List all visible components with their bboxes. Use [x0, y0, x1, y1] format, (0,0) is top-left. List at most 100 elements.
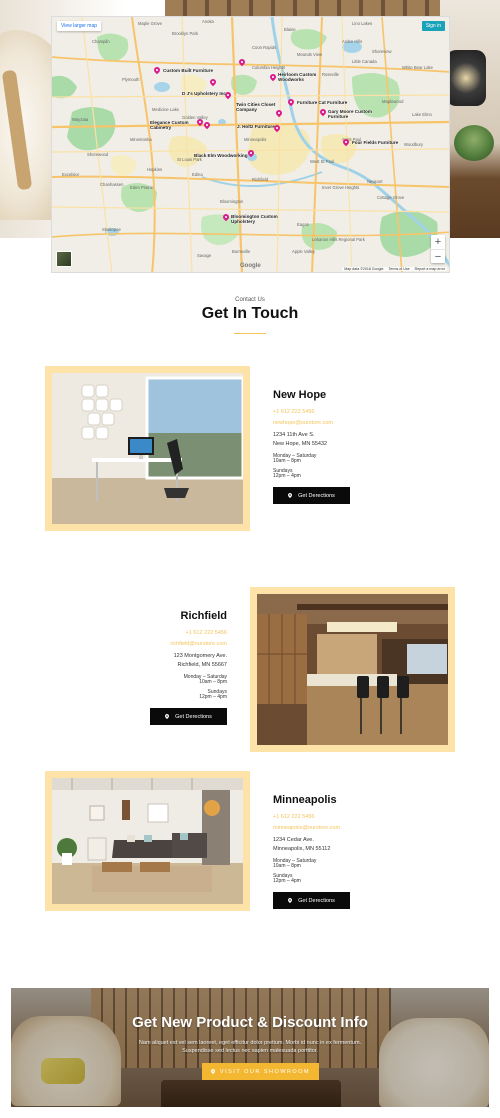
zoom-out-button[interactable]: − — [431, 249, 445, 263]
map-town-label: Chanhassen — [100, 182, 124, 187]
location-address-line: 123 Montgomery Ave. — [173, 653, 227, 659]
visit-showroom-button[interactable]: VISIT OUR SHOWROOM — [202, 1063, 319, 1080]
map-town-label: Excelsior — [62, 172, 79, 177]
page-title: Get In Touch — [201, 305, 299, 322]
map-town-label: Roseville — [322, 72, 339, 77]
map-town-label: Shakopee — [102, 227, 121, 232]
location-phone-link[interactable]: +1 612 222 5456 — [273, 409, 433, 416]
location-address-line: New Hope, MN 55432 — [273, 441, 328, 447]
store-marker-pin[interactable] — [268, 72, 278, 82]
store-marker-pin[interactable] — [237, 57, 247, 67]
location-pin-icon — [165, 714, 170, 719]
location-pin-icon — [210, 1069, 215, 1074]
map-town-label: Wayzata — [72, 117, 89, 122]
contact-eyebrow: Contact Us — [235, 297, 265, 303]
map-town-label: Burnsville — [232, 249, 251, 254]
location-photo-frame — [250, 587, 455, 752]
hours-sunday: 12pm – 4pm — [199, 694, 227, 700]
map-town-label: Bloomington — [220, 199, 244, 204]
map-town-label: Columbia Heights — [252, 65, 286, 70]
get-directions-label: Get Derections — [298, 492, 335, 499]
map-town-label: Little Canada — [352, 59, 377, 64]
store-marker-label[interactable]: J. Holtz Furniture — [237, 124, 275, 129]
view-larger-map-link[interactable]: View larger map — [57, 21, 102, 31]
store-marker-label[interactable]: Heirloom Custom Woodworks — [278, 72, 322, 82]
map-attribution: Map data ©2018 Google Terms of Use Repor… — [342, 267, 447, 271]
location-address-line: 1234 11th Ave S. — [273, 432, 315, 438]
map-town-label: Lake Elmo — [412, 112, 432, 117]
store-marker-label[interactable]: Four Fields Furniture — [352, 140, 398, 145]
location-address-line: Richfield, MN 55667 — [177, 662, 227, 668]
map-terms-link[interactable]: Terms of Use — [388, 267, 409, 271]
store-marker-pin[interactable] — [274, 108, 284, 118]
location-email-link[interactable]: newhope@ourstore.com — [273, 420, 433, 427]
map-town-label: Minneapolis — [244, 137, 267, 142]
get-directions-button[interactable]: Get Derections — [150, 708, 227, 725]
map-town-label: Eagan — [297, 222, 310, 227]
map-data-credit: Map data ©2018 Google — [344, 267, 384, 271]
location-photo-frame — [45, 771, 250, 911]
kitchen-room-image — [257, 594, 448, 745]
store-marker-label[interactable]: D J's Upholstery Inc — [182, 91, 226, 96]
store-marker-pin[interactable] — [341, 137, 351, 147]
store-marker-label[interactable]: Elegance Custom Cabinetry — [150, 120, 196, 130]
map-sign-in-button[interactable]: Sign in — [421, 21, 445, 31]
map-town-label: Apple Valley — [292, 249, 315, 254]
get-directions-button[interactable]: Get Derections — [273, 487, 350, 504]
map-town-label: Brooklyn Park — [172, 31, 199, 36]
store-marker-label[interactable]: Custom Built Furniture — [163, 68, 213, 73]
map-town-label: Champlin — [92, 39, 110, 44]
hours-weekday: 10am – 8pm — [273, 458, 301, 464]
store-locator-map[interactable]: View larger map Sign in Maple Grove Broo… — [51, 16, 450, 273]
store-marker-pin[interactable] — [152, 65, 162, 75]
map-town-label: Coon Rapids — [252, 45, 277, 50]
minneapolis-store-photo — [52, 778, 243, 904]
map-town-label: Shoreview — [372, 49, 392, 54]
map-base-layer — [52, 17, 449, 272]
location-email-link[interactable]: minneapolis@ourstore.com — [273, 825, 433, 832]
store-marker-label[interactable]: Black Elm Woodworking — [194, 153, 248, 158]
map-town-label: Maplewood — [382, 99, 404, 104]
map-town-label: Newport — [367, 179, 383, 184]
hours-weekday: 10am – 8pm — [273, 863, 301, 869]
map-zoom-control: + − — [431, 235, 445, 263]
title-underline-divider — [234, 333, 266, 334]
office-room-image — [52, 373, 243, 524]
store-marker-label[interactable]: Bloomington Custom Upholstery — [231, 214, 283, 224]
location-phone-link[interactable]: +1 612 222 5456 — [67, 630, 227, 637]
map-town-label: Richfield — [252, 177, 269, 182]
map-report-link[interactable]: Report a map error — [415, 267, 445, 271]
store-marker-label[interactable]: Twin Cities Closet Company — [236, 102, 276, 112]
zoom-in-button[interactable]: + — [431, 235, 445, 249]
store-marker-pin[interactable] — [318, 107, 328, 117]
get-directions-label: Get Derections — [175, 713, 212, 720]
store-marker-label[interactable]: Furniture Cat Furniture — [297, 100, 347, 105]
store-marker-label[interactable]: Gary Moore Custom Furniture — [328, 109, 374, 119]
banner-title: Get New Product & Discount Info — [132, 1014, 368, 1031]
hours-weekday: 10am – 8pm — [199, 679, 227, 685]
visit-showroom-label: VISIT OUR SHOWROOM — [219, 1068, 311, 1075]
map-satellite-toggle[interactable] — [56, 251, 72, 267]
store-marker-pin[interactable] — [221, 212, 231, 222]
richfield-store-photo — [257, 594, 448, 745]
location-pin-icon — [288, 493, 293, 498]
location-address-line: Minneapolis, MN 55112 — [273, 846, 331, 852]
location-email-link[interactable]: richfield@ourstore.com — [67, 641, 227, 648]
store-marker-pin[interactable] — [286, 97, 296, 107]
store-marker-pin[interactable] — [195, 117, 205, 127]
store-marker-pin[interactable] — [208, 77, 218, 87]
map-town-label: Medicine Lake — [152, 107, 180, 112]
store-marker-pin[interactable] — [246, 148, 256, 158]
map-town-label: Anoka — [202, 19, 214, 24]
location-phone-link[interactable]: +1 612 222 5456 — [273, 814, 433, 821]
location-name: Minneapolis — [273, 794, 337, 806]
location-card-new-hope: New Hope +1 612 222 5456 newhope@ourstor… — [273, 389, 433, 504]
map-town-label: Minnetonka — [130, 137, 152, 142]
store-marker-pin[interactable] — [202, 120, 212, 130]
map-town-label: Woodbury — [404, 142, 424, 147]
banner-body: Nam aliquet est vel sem laoreet, eget ef… — [138, 1040, 362, 1054]
map-town-label: Hopkins — [147, 167, 163, 172]
get-directions-button[interactable]: Get Derections — [273, 892, 350, 909]
map-town-label: Plymouth — [122, 77, 140, 82]
map-town-label: Arden Hills — [342, 39, 363, 44]
